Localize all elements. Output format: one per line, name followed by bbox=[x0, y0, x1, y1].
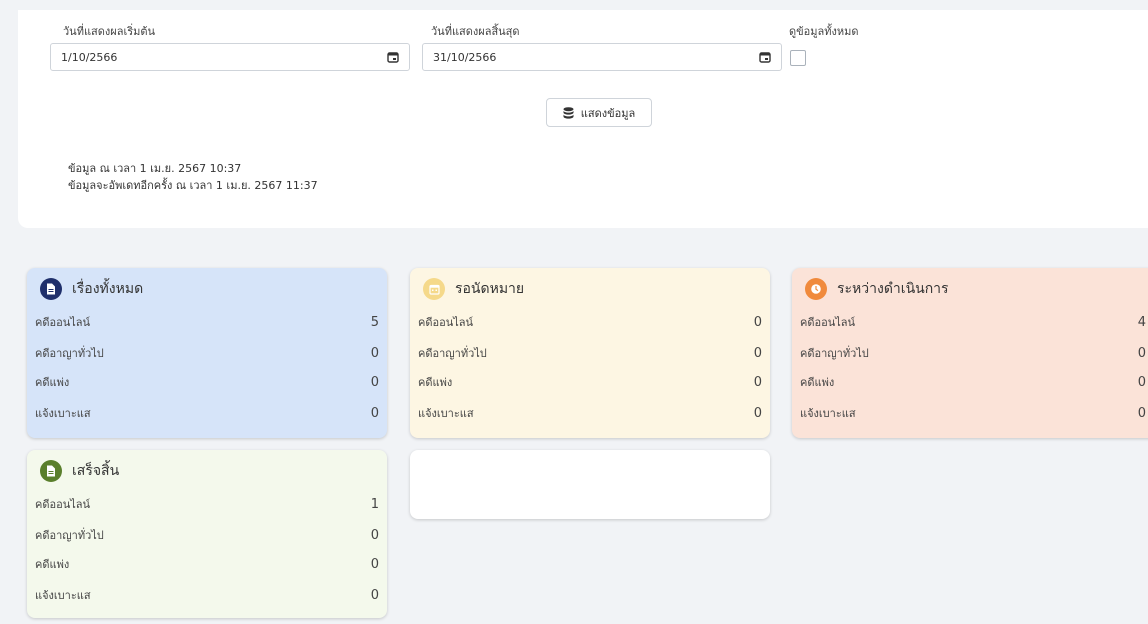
card-header: ระหว่างดำเนินการ bbox=[805, 278, 949, 300]
list-item: แจ้งเบาะแส 0 bbox=[418, 404, 762, 422]
database-icon bbox=[563, 106, 574, 119]
row-value: 0 bbox=[753, 405, 762, 421]
show-data-button[interactable]: แสดงข้อมูล bbox=[546, 98, 652, 127]
document-check-icon bbox=[40, 460, 62, 482]
list-item: คดีอาญาทั่วไป 0 bbox=[35, 526, 379, 544]
row-label: แจ้งเบาะแส bbox=[35, 589, 91, 602]
card-title: รอนัดหมาย bbox=[455, 281, 525, 297]
list-item: แจ้งเบาะแส 0 bbox=[35, 586, 379, 604]
row-value: 0 bbox=[1137, 374, 1146, 390]
end-date-input[interactable]: 31/10/2566 bbox=[422, 43, 782, 71]
card-header: เรื่องทั้งหมด bbox=[40, 278, 143, 300]
empty-card bbox=[410, 450, 770, 519]
end-date-label: วันที่แสดงผลสิ้นสุด bbox=[431, 25, 520, 38]
card-completed[interactable]: เสร็จสิ้น คดีออนไลน์ 1 คดีอาญาทั่วไป 0 คดี… bbox=[27, 450, 387, 618]
row-label: คดีออนไลน์ bbox=[35, 498, 91, 511]
row-value: 0 bbox=[753, 314, 762, 330]
row-label: แจ้งเบาะแส bbox=[418, 407, 474, 420]
row-value: 4 bbox=[1137, 314, 1146, 330]
list-item: คดีออนไลน์ 1 bbox=[35, 495, 379, 513]
row-value: 0 bbox=[370, 587, 379, 603]
list-item: คดีอาญาทั่วไป 0 bbox=[800, 344, 1146, 362]
row-label: คดีอาญาทั่วไป bbox=[418, 347, 487, 360]
show-data-label: แสดงข้อมูล bbox=[580, 106, 636, 120]
row-label: คดีแพ่ง bbox=[418, 376, 453, 389]
row-value: 0 bbox=[753, 345, 762, 361]
row-value: 0 bbox=[370, 527, 379, 543]
end-date-value: 31/10/2566 bbox=[433, 50, 497, 64]
calendar-picker-icon[interactable] bbox=[759, 51, 771, 63]
row-value: 0 bbox=[753, 374, 762, 390]
calendar-icon bbox=[423, 278, 445, 300]
row-label: คดีออนไลน์ bbox=[418, 316, 474, 329]
card-title: เรื่องทั้งหมด bbox=[72, 281, 144, 297]
row-value: 0 bbox=[370, 405, 379, 421]
row-label: คดีอาญาทั่วไป bbox=[35, 529, 104, 542]
row-label: คดีออนไลน์ bbox=[800, 316, 856, 329]
row-value: 0 bbox=[1137, 345, 1146, 361]
calendar-picker-icon[interactable] bbox=[387, 51, 399, 63]
row-label: คดีอาญาทั่วไป bbox=[800, 347, 869, 360]
card-title: ระหว่างดำเนินการ bbox=[837, 281, 949, 297]
row-value: 0 bbox=[370, 374, 379, 390]
data-time-text: ข้อมูล ณ เวลา 1 เม.ย. 2567 10:37 bbox=[68, 162, 242, 175]
start-date-label: วันที่แสดงผลเริ่มต้น bbox=[63, 25, 156, 38]
start-date-value: 1/10/2566 bbox=[61, 50, 118, 64]
card-header: เสร็จสิ้น bbox=[40, 460, 119, 482]
row-label: แจ้งเบาะแส bbox=[35, 407, 91, 420]
list-item: คดีแพ่ง 0 bbox=[35, 373, 379, 391]
row-label: คดีแพ่ง bbox=[800, 376, 835, 389]
row-value: 0 bbox=[370, 556, 379, 572]
row-label: คดีอาญาทั่วไป bbox=[35, 347, 104, 360]
row-label: แจ้งเบาะแส bbox=[800, 407, 856, 420]
list-item: คดีออนไลน์ 0 bbox=[418, 313, 762, 331]
list-item: แจ้งเบาะแส 0 bbox=[800, 404, 1146, 422]
card-pending[interactable]: รอนัดหมาย คดีออนไลน์ 0 คดีอาญาทั่วไป 0 คดี… bbox=[410, 268, 770, 438]
dashboard-page: วันที่แสดงผลเริ่มต้น 1/10/2566 วันที่แสด… bbox=[0, 0, 1148, 624]
card-header: รอนัดหมาย bbox=[423, 278, 524, 300]
row-label: คดีออนไลน์ bbox=[35, 316, 91, 329]
document-icon bbox=[40, 278, 62, 300]
row-value: 1 bbox=[370, 496, 379, 512]
list-item: แจ้งเบาะแส 0 bbox=[35, 404, 379, 422]
card-in-progress[interactable]: ระหว่างดำเนินการ คดีออนไลน์ 4 คดีอาญาทั่ว… bbox=[792, 268, 1148, 438]
next-update-text: ข้อมูลจะอัพเดทอีกครั้ง ณ เวลา 1 เม.ย. 25… bbox=[68, 179, 318, 192]
list-item: คดีแพ่ง 0 bbox=[418, 373, 762, 391]
filter-panel: วันที่แสดงผลเริ่มต้น 1/10/2566 วันที่แสด… bbox=[18, 10, 1148, 228]
show-all-checkbox[interactable] bbox=[790, 50, 806, 66]
clock-icon bbox=[805, 278, 827, 300]
row-value: 0 bbox=[1137, 405, 1146, 421]
row-value: 0 bbox=[370, 345, 379, 361]
list-item: คดีอาญาทั่วไป 0 bbox=[418, 344, 762, 362]
list-item: คดีออนไลน์ 4 bbox=[800, 313, 1146, 331]
card-all-cases[interactable]: เรื่องทั้งหมด คดีออนไลน์ 5 คดีอาญาทั่วไป 0… bbox=[27, 268, 387, 438]
card-title: เสร็จสิ้น bbox=[72, 463, 120, 479]
list-item: คดีแพ่ง 0 bbox=[800, 373, 1146, 391]
row-value: 5 bbox=[370, 314, 379, 330]
row-label: คดีแพ่ง bbox=[35, 558, 70, 571]
list-item: คดีอาญาทั่วไป 0 bbox=[35, 344, 379, 362]
list-item: คดีแพ่ง 0 bbox=[35, 555, 379, 573]
list-item: คดีออนไลน์ 5 bbox=[35, 313, 379, 331]
show-all-label: ดูข้อมูลทั้งหมด bbox=[789, 25, 859, 38]
row-label: คดีแพ่ง bbox=[35, 376, 70, 389]
start-date-input[interactable]: 1/10/2566 bbox=[50, 43, 410, 71]
